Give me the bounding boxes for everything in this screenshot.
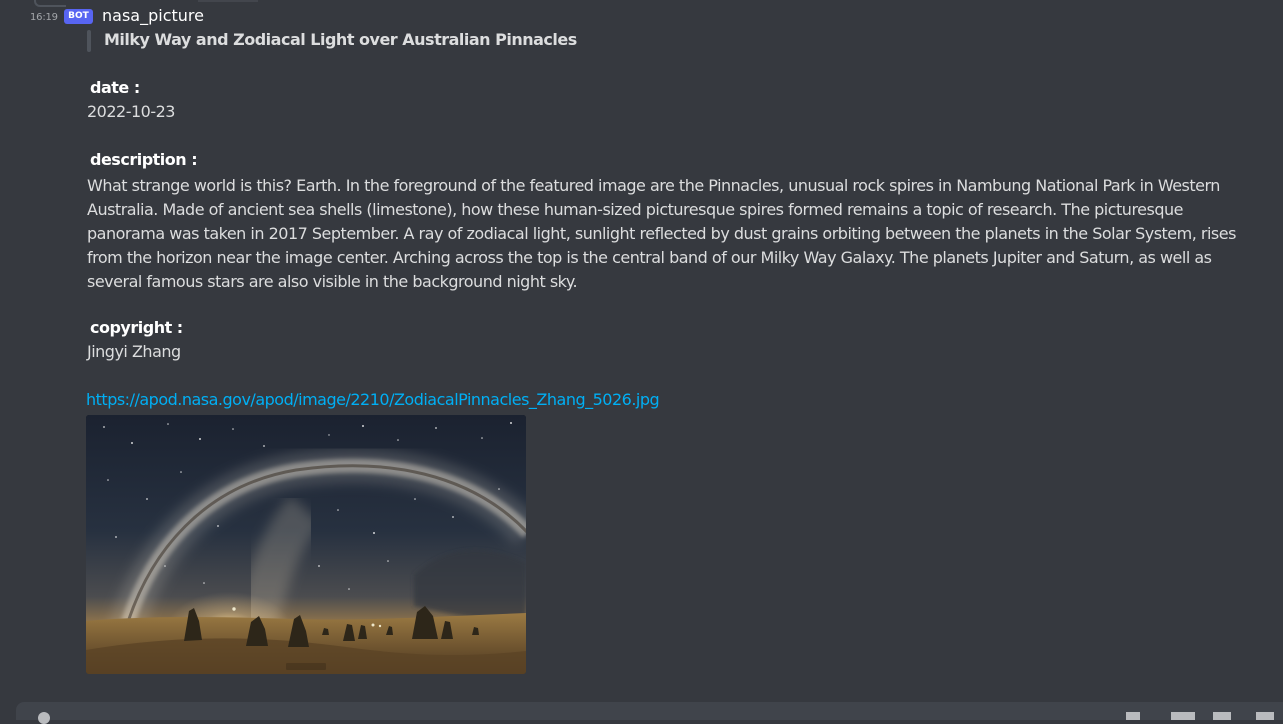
message-input-bar[interactable] [16,702,1283,720]
description-label: description : [90,150,198,169]
description-text: What strange world is this? Earth. In th… [87,176,1236,291]
blockquote-bar [87,30,91,52]
attached-image[interactable] [86,415,526,674]
message-username[interactable]: nasa_picture [102,6,204,25]
message-timestamp: 16:19 [30,12,58,23]
message-title: Milky Way and Zodiacal Light over Austra… [104,30,577,49]
sticker-icon[interactable] [1213,712,1231,720]
reply-reference-line [198,0,258,2]
milky-way-pinnacles-image [86,415,526,674]
gift-icon[interactable] [1126,712,1140,720]
date-label: date : [90,78,140,97]
date-value: 2022-10-23 [87,102,175,121]
bot-badge: BOT [64,9,93,24]
image-url-link[interactable]: https://apod.nasa.gov/apod/image/2210/Zo… [86,390,660,409]
copyright-value: Jingyi Zhang [87,342,181,361]
add-icon[interactable] [38,712,50,724]
gif-icon[interactable] [1171,712,1195,720]
reply-icon [34,0,66,7]
emoji-icon[interactable] [1256,712,1274,720]
copyright-label: copyright : [90,318,183,337]
